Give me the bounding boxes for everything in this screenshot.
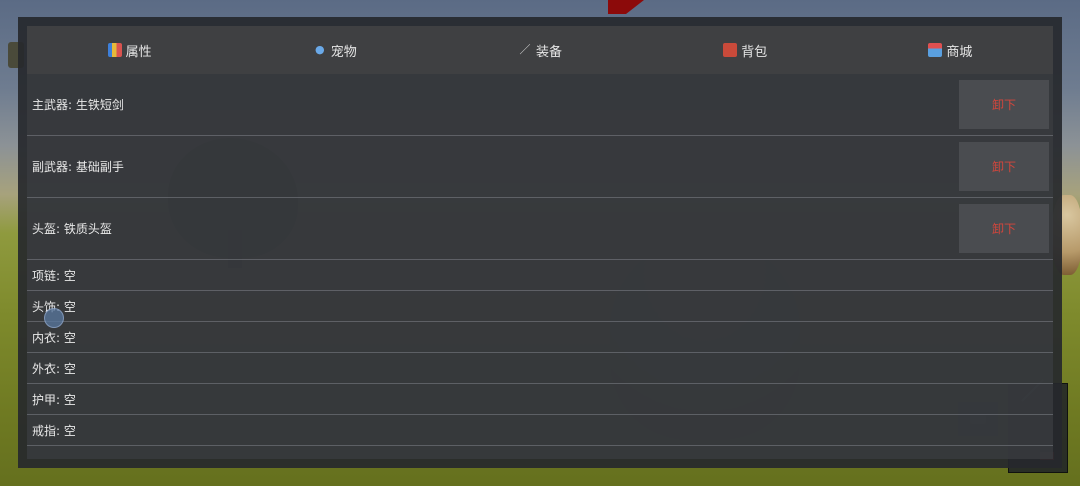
tab-label: 商城 [946,44,973,60]
equipment-row-headwear: 头饰: 空 [27,291,1053,322]
slot-label: 主武器: 生铁短剑 [32,98,124,112]
unequip-button[interactable]: 卸下 [959,204,1049,253]
red-flag [608,0,644,14]
slot-label: 内衣: 空 [32,330,76,345]
slot-label: 项链: 空 [32,268,76,283]
equipment-list: 主武器: 生铁短剑 卸下 副武器: 基础副手 卸下 头盔: 铁质头盔 卸下 项链… [27,74,1053,446]
backpack-icon [723,43,738,57]
tab-label: 宠物 [330,44,357,60]
panel-content: 属性 ● 宠物 ／ 装备 背包 商城 主武器: 生铁短剑 卸下 副武器: 基础副… [27,26,1053,459]
equipment-row-underwear: 内衣: 空 [27,322,1053,353]
equipment-row-outerwear: 外衣: 空 [27,353,1053,384]
slot-label: 外衣: 空 [32,361,76,376]
slot-label: 头盔: 铁质头盔 [32,222,112,236]
slot-label: 护甲: 空 [32,392,76,407]
equipment-row-necklace: 项链: 空 [27,260,1053,291]
wand-icon: ／ [519,43,531,56]
tab-attributes[interactable]: 属性 [27,26,232,74]
equipment-row-armor: 护甲: 空 [27,384,1053,415]
slot-label: 副武器: 基础副手 [32,160,124,174]
shop-icon [928,43,943,57]
tab-backpack[interactable]: 背包 [643,26,848,74]
equipment-row-off-hand: 副武器: 基础副手 卸下 [27,136,1053,198]
equipment-row-main-weapon: 主武器: 生铁短剑 卸下 [27,74,1053,136]
tab-equipment[interactable]: ／ 装备 [437,26,642,74]
slot-label: 戒指: 空 [32,423,76,438]
tab-label: 属性 [125,44,152,60]
unequip-button[interactable]: 卸下 [959,80,1049,129]
tab-pets[interactable]: ● 宠物 [232,26,437,74]
equipment-panel: 属性 ● 宠物 ／ 装备 背包 商城 主武器: 生铁短剑 卸下 副武器: 基础副… [18,17,1062,468]
equipment-row-helmet: 头盔: 铁质头盔 卸下 [27,198,1053,260]
unequip-button[interactable]: 卸下 [959,142,1049,191]
paw-icon: ● [314,43,325,56]
tab-bar: 属性 ● 宠物 ／ 装备 背包 商城 [27,26,1053,74]
stats-chart-icon [107,43,122,57]
joystick-handle[interactable] [44,308,64,328]
tab-shop[interactable]: 商城 [848,26,1053,74]
tab-label: 装备 [536,44,563,60]
equipment-row-ring: 戒指: 空 [27,415,1053,446]
tab-label: 背包 [741,44,768,60]
